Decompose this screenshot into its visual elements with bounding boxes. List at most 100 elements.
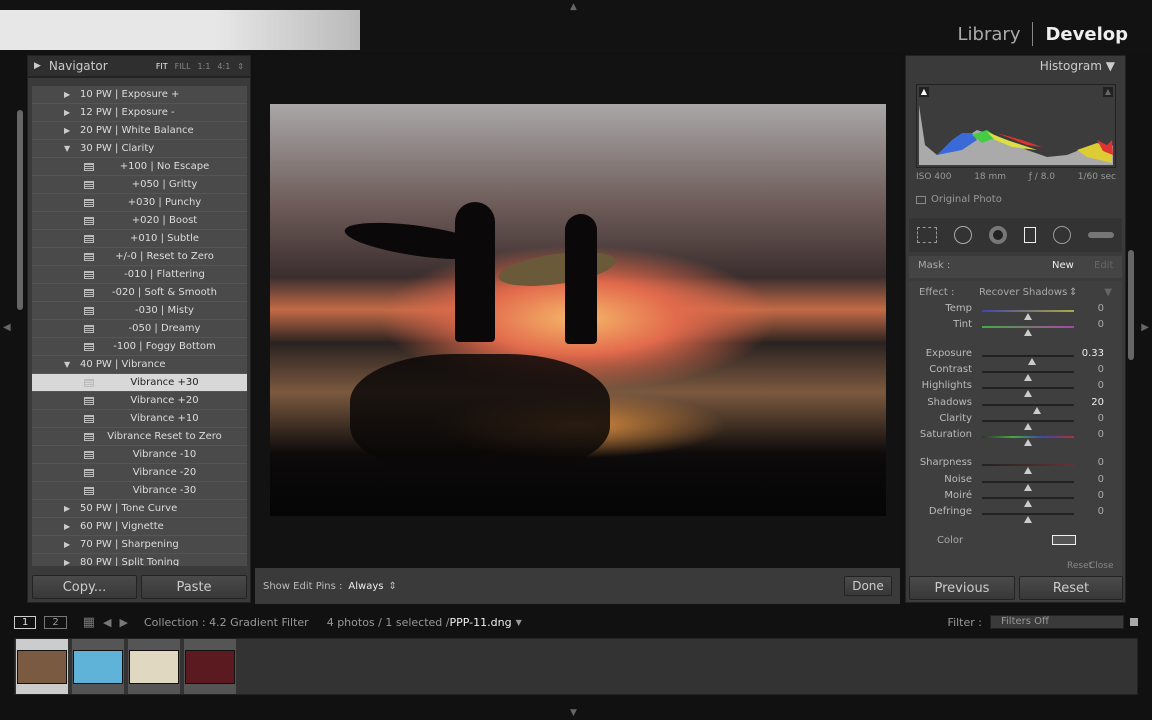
collapsed-triangle-icon[interactable]: ▶ [64,90,70,99]
slider-thumb[interactable] [1024,329,1032,337]
filename[interactable]: PPP-11.dng [450,616,512,629]
checkbox[interactable] [916,195,926,204]
left-panel-toggle-icon[interactable]: ◀ [3,322,11,333]
slider-track[interactable] [982,354,1074,365]
slider-track[interactable] [982,513,1074,524]
stepper-icon[interactable]: ⇕ [1069,287,1077,298]
preset-folder[interactable]: ▶ 60 PW | Vignette [32,518,247,536]
original-photo-toggle[interactable]: Original Photo [916,194,1002,205]
slider-track[interactable] [982,310,1074,320]
preset-folder[interactable]: ▶ 12 PW | Exposure - [32,104,247,122]
reset-button[interactable]: Reset [1019,576,1123,600]
show-edit-pins-select[interactable]: Always [348,581,383,592]
preset-item[interactable]: Vibrance -10 [32,446,247,464]
preset-item[interactable]: Vibrance Reset to Zero [32,428,247,446]
mask-new[interactable]: New [1052,260,1074,271]
panel-close[interactable]: Close [1089,561,1114,571]
back-arrow-icon[interactable]: ◀ [103,616,111,629]
spot-removal-icon[interactable] [954,226,973,244]
preset-folder[interactable]: ▼ 40 PW | Vibrance [32,356,247,374]
forward-arrow-icon[interactable]: ▶ [120,616,128,629]
screen-1-button[interactable]: 1 [14,615,37,629]
slider-track[interactable] [982,497,1074,507]
preset-item[interactable]: Vibrance +30 [32,374,247,392]
module-develop[interactable]: Develop [1045,24,1128,45]
zoom-stepper-icon[interactable]: ⇕ [237,62,244,71]
slider-value[interactable]: 0 [1098,413,1104,424]
slider-track[interactable] [982,326,1074,337]
slider-value[interactable]: 0 [1098,457,1104,468]
slider-value[interactable]: 0.33 [1082,348,1104,359]
collapsed-triangle-icon[interactable]: ▶ [64,126,70,135]
preset-item[interactable]: +/-0 | Reset to Zero [32,248,247,266]
crop-tool-icon[interactable] [917,227,938,243]
red-eye-icon[interactable] [989,226,1008,244]
top-panel-toggle-icon[interactable]: ▲ [570,2,577,12]
slider-thumb[interactable] [1024,439,1032,447]
color-swatch[interactable] [1052,535,1076,545]
zoom-fill[interactable]: FILL [175,62,191,71]
preset-item[interactable]: +010 | Subtle [32,230,247,248]
filmstrip-thumbnail[interactable] [184,639,236,694]
collapsed-triangle-icon[interactable]: ▶ [64,522,70,531]
preset-item[interactable]: +020 | Boost [32,212,247,230]
preset-item[interactable]: +100 | No Escape [32,158,247,176]
preset-folder[interactable]: ▼ 30 PW | Clarity [32,140,247,158]
collapsed-triangle-icon[interactable]: ▶ [64,558,70,566]
slider-track[interactable] [982,370,1074,381]
preset-folder[interactable]: ▶ 20 PW | White Balance [32,122,247,140]
mask-edit[interactable]: Edit [1094,260,1113,271]
collapsed-triangle-icon[interactable]: ▶ [64,108,70,117]
dropdown-icon[interactable]: ▼ [516,618,522,627]
navigator-header[interactable]: ▶ Navigator FIT FILL 1:1 4:1 ⇕ [28,56,250,78]
collapsed-triangle-icon[interactable]: ▶ [64,504,70,513]
filter-select[interactable]: Filters Off [990,615,1124,629]
done-button[interactable]: Done [844,576,892,596]
zoom-1-1[interactable]: 1:1 [198,62,211,71]
slider-track[interactable] [982,464,1074,475]
slider-value[interactable]: 0 [1098,490,1104,501]
grid-view-icon[interactable]: ▦ [83,615,95,630]
preset-item[interactable]: +030 | Punchy [32,194,247,212]
filter-lock-icon[interactable] [1130,618,1138,626]
stepper-icon[interactable]: ⇕ [388,581,396,592]
slider-thumb[interactable] [1024,516,1032,524]
slider-track[interactable] [982,419,1074,430]
right-panel-toggle-icon[interactable]: ▶ [1141,322,1149,333]
slider-track[interactable] [982,403,1074,414]
preset-item[interactable]: +050 | Gritty [32,176,247,194]
preset-item[interactable]: -100 | Foggy Bottom [32,338,247,356]
filmstrip-thumbnail[interactable] [16,639,68,694]
photo-preview[interactable] [270,104,886,516]
preset-folder[interactable]: ▶ 10 PW | Exposure + [32,86,247,104]
collapse-triangle-icon[interactable]: ▼ [1106,59,1115,73]
preset-item[interactable]: Vibrance +20 [32,392,247,410]
paste-button[interactable]: Paste [141,575,247,599]
preset-item[interactable]: Vibrance +10 [32,410,247,428]
collapse-triangle-icon[interactable]: ▼ [1104,287,1112,298]
slider-value[interactable]: 0 [1098,429,1104,440]
left-scrollbar[interactable] [17,110,23,310]
filmstrip-thumbnail[interactable] [128,639,180,694]
preset-folder[interactable]: ▶ 50 PW | Tone Curve [32,500,247,518]
slider-value[interactable]: 20 [1091,397,1104,408]
slider-value[interactable]: 0 [1098,474,1104,485]
slider-value[interactable]: 0 [1098,303,1104,314]
zoom-4-1[interactable]: 4:1 [217,62,230,71]
preset-folder[interactable]: ▶ 80 PW | Split Toning [32,554,247,566]
preset-item[interactable]: -020 | Soft & Smooth [32,284,247,302]
slider-value[interactable]: 0 [1098,380,1104,391]
slider-track[interactable] [982,387,1074,398]
preset-item[interactable]: Vibrance -20 [32,464,247,482]
collection-path[interactable]: Collection : 4.2 Gradient Filter [144,616,309,629]
collapsed-triangle-icon[interactable]: ▶ [64,540,70,549]
previous-button[interactable]: Previous [909,576,1015,600]
slider-track[interactable] [982,480,1074,491]
preset-item[interactable]: -050 | Dreamy [32,320,247,338]
expanded-triangle-icon[interactable]: ▼ [64,360,70,369]
graduated-filter-icon[interactable] [1023,227,1036,243]
slider-value[interactable]: 0 [1098,364,1104,375]
preset-item[interactable]: -010 | Flattering [32,266,247,284]
module-library[interactable]: Library [958,24,1021,45]
bottom-panel-toggle-icon[interactable]: ▼ [570,708,577,718]
